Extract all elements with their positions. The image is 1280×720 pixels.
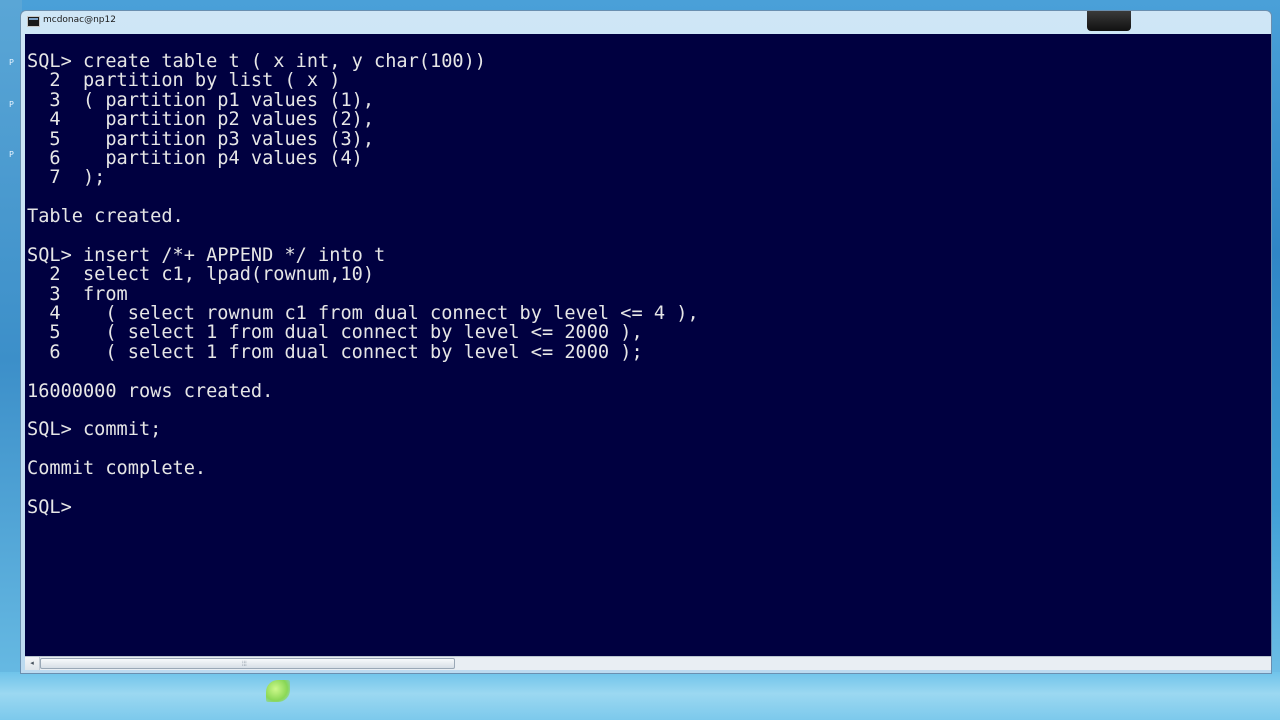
desktop-background-bottom xyxy=(0,672,1280,720)
scrollbar-thumb[interactable]: ⦙⦙⦙ xyxy=(40,658,455,669)
console-output-area[interactable]: SQL> create table t ( x int, y char(100)… xyxy=(25,34,1271,656)
console-line: SQL> create table t ( x int, y char(100)… xyxy=(27,51,486,72)
console-line: Commit complete. xyxy=(27,458,207,480)
console-line: SQL> commit; xyxy=(27,419,162,441)
console-line: 5 ( select 1 from dual connect by level … xyxy=(27,322,643,344)
window-control-buttons[interactable] xyxy=(1087,11,1131,31)
desktop-shortcut-glyph: P xyxy=(9,150,14,159)
console-line: SQL> xyxy=(27,496,83,518)
console-line: 3 ( partition p1 values (1), xyxy=(27,89,375,111)
console-line: 4 partition p2 values (2), xyxy=(27,109,375,131)
console-line: 4 ( select rownum c1 from dual connect b… xyxy=(27,303,699,325)
console-line: 16000000 rows created. xyxy=(27,380,274,402)
desktop-background-left: P P P xyxy=(0,0,22,720)
console-window-icon[interactable] xyxy=(27,16,40,27)
console-line: 2 partition by list ( x ) xyxy=(27,70,341,92)
console-lines: SQL> create table t ( x int, y char(100)… xyxy=(27,51,699,518)
console-line: 5 partition p3 values (3), xyxy=(27,128,375,150)
desktop-shortcut-glyph: P xyxy=(9,58,14,67)
console-line: 7 ); xyxy=(27,167,106,189)
desktop-shortcut-glyph: P xyxy=(9,100,14,109)
grip-icon: ⦙⦙⦙ xyxy=(242,660,247,668)
window-title-bar[interactable]: mcdonac@np12 xyxy=(21,11,1271,33)
console-line: 2 select c1, lpad(rownum,10) xyxy=(27,264,375,286)
console-window[interactable]: mcdonac@np12 SQL> create table t ( x int… xyxy=(20,10,1272,674)
console-line: Table created. xyxy=(27,206,184,228)
chevron-left-icon[interactable]: ◂ xyxy=(25,657,40,670)
console-line: SQL> insert /*+ APPEND */ into t xyxy=(27,244,386,266)
window-title: mcdonac@np12 xyxy=(43,15,116,25)
console-line: 6 partition p4 values (4) xyxy=(27,147,363,169)
console-line: 6 ( select 1 from dual connect by level … xyxy=(27,341,643,363)
console-line: 3 from xyxy=(27,283,128,305)
horizontal-scrollbar[interactable]: ◂ ⦙⦙⦙ xyxy=(25,656,1271,670)
